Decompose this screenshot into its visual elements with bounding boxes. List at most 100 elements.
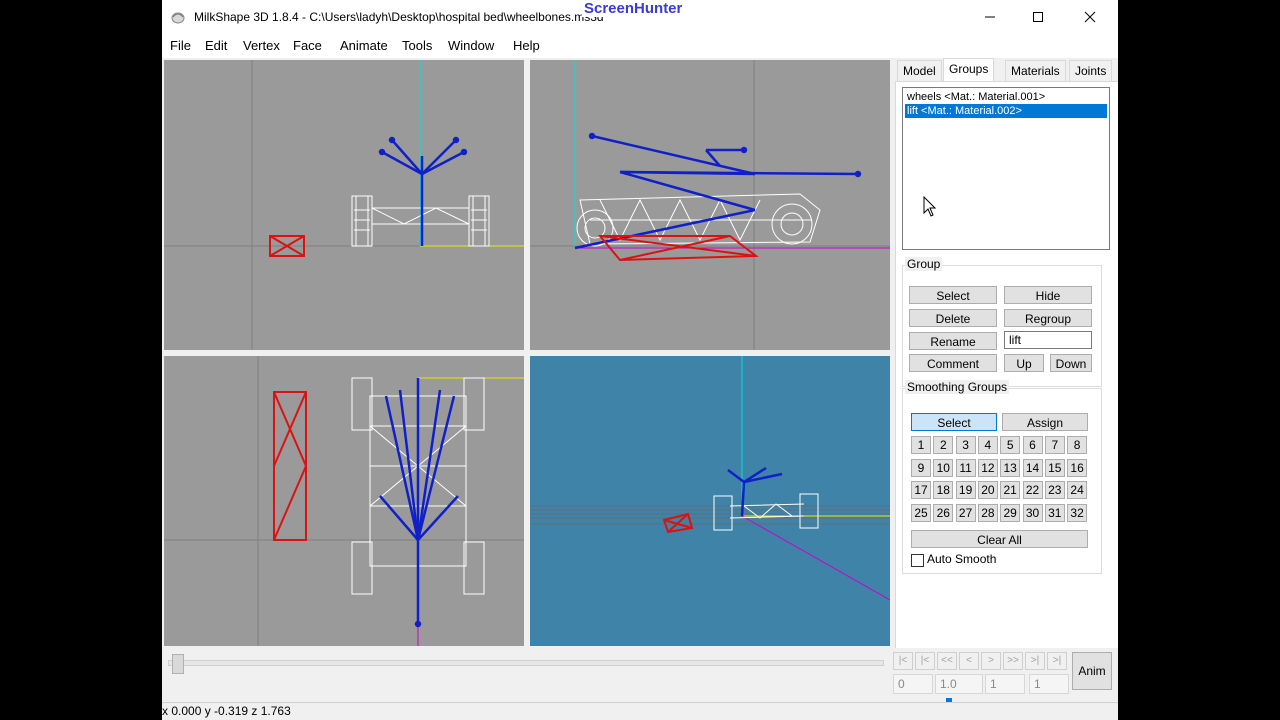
smoothing-group-11[interactable]: 11 (955, 458, 976, 477)
window-title: MilkShape 3D 1.8.4 - C:\Users\ladyh\Desk… (194, 10, 604, 24)
smoothing-group-20[interactable]: 20 (977, 481, 998, 499)
smoothing-group-9[interactable]: 9 (911, 458, 931, 477)
first-frame-button[interactable]: |< (893, 652, 913, 670)
smoothing-group-19[interactable]: 19 (955, 481, 976, 499)
prev-key-button[interactable]: |< (915, 652, 935, 670)
minimize-button[interactable] (966, 0, 1014, 34)
menu-help[interactable]: Help (513, 38, 540, 53)
smoothing-group-7[interactable]: 7 (1044, 436, 1065, 454)
smoothing-group-31[interactable]: 31 (1044, 503, 1065, 522)
3d-view-canvas[interactable] (530, 356, 890, 646)
smoothing-group-28[interactable]: 28 (977, 503, 998, 522)
tab-joints[interactable]: Joints (1069, 60, 1113, 82)
smoothing-group-14[interactable]: 14 (1022, 458, 1043, 477)
group-comment-button[interactable]: Comment (909, 354, 997, 372)
group-delete-button[interactable]: Delete (909, 309, 997, 327)
viewport-front[interactable] (164, 60, 524, 350)
last-frame-button[interactable]: >| (1047, 652, 1067, 670)
anim-button[interactable]: Anim (1072, 652, 1112, 690)
smoothing-group-6[interactable]: 6 (1022, 436, 1043, 454)
tab-model[interactable]: Model (897, 60, 942, 82)
smoothing-group-18[interactable]: 18 (933, 481, 954, 499)
auto-smooth-checkbox[interactable] (911, 554, 924, 567)
smoothing-group-2[interactable]: 2 (933, 436, 954, 454)
menu-file[interactable]: File (170, 38, 191, 53)
smoothing-group-21[interactable]: 21 (1000, 481, 1021, 499)
group-item-wheels[interactable]: wheels <Mat.: Material.001> (905, 90, 1107, 104)
prev-frame-button[interactable]: < (959, 652, 979, 670)
group-name-field[interactable]: lift (1004, 331, 1092, 349)
viewport-top[interactable] (164, 356, 524, 646)
status-bar: x 0.000 y -0.319 z 1.763 (162, 702, 1118, 720)
menu-animate[interactable]: Animate (340, 38, 388, 53)
menu-bar: File Edit Vertex Face Animate Tools Wind… (162, 34, 1118, 58)
smoothing-group-8[interactable]: 8 (1067, 436, 1088, 454)
group-hide-button[interactable]: Hide (1004, 286, 1092, 304)
tab-materials[interactable]: Materials (1005, 60, 1066, 82)
frame-speed-field[interactable]: 1.0 (935, 674, 983, 694)
frame-total-field[interactable]: 1 (1029, 674, 1069, 694)
frame-current-field[interactable]: 1 (985, 674, 1025, 694)
smoothing-select-button[interactable]: Select (911, 413, 997, 431)
selected-lift-group-3d (662, 512, 694, 534)
fast-forward-button[interactable]: >> (1003, 652, 1023, 670)
panel-tabs: Model Groups Materials Joints (895, 58, 1118, 83)
smoothing-group-16[interactable]: 16 (1067, 458, 1088, 477)
menu-tools[interactable]: Tools (402, 38, 432, 53)
next-frame-button[interactable]: > (981, 652, 1001, 670)
clear-all-button[interactable]: Clear All (911, 530, 1088, 548)
top-view-canvas[interactable] (164, 356, 524, 646)
smoothing-groups-section: Smoothing Groups Select Assign 123456789… (902, 380, 1102, 574)
groups-list[interactable]: wheels <Mat.: Material.001> lift <Mat.: … (902, 87, 1110, 250)
group-down-button[interactable]: Down (1050, 354, 1092, 372)
smoothing-group-24[interactable]: 24 (1067, 481, 1088, 499)
smoothing-group-30[interactable]: 30 (1022, 503, 1043, 522)
group-up-button[interactable]: Up (1004, 354, 1044, 372)
smoothing-group-12[interactable]: 12 (977, 458, 998, 477)
smoothing-group-26[interactable]: 26 (933, 503, 954, 522)
next-key-button[interactable]: >| (1025, 652, 1045, 670)
maximize-button[interactable] (1014, 0, 1062, 34)
smoothing-group-1[interactable]: 1 (911, 436, 931, 454)
tab-groups[interactable]: Groups (943, 58, 995, 83)
menu-edit[interactable]: Edit (205, 38, 227, 53)
model-3d-wireframe (713, 493, 819, 531)
side-view-canvas[interactable] (530, 60, 890, 350)
smoothing-group-17[interactable]: 17 (911, 481, 931, 499)
menu-face[interactable]: Face (293, 38, 322, 53)
close-button[interactable] (1066, 0, 1114, 34)
group-item-lift[interactable]: lift <Mat.: Material.002> (905, 104, 1107, 118)
group-section: Group Select Hide Delete Regroup Rename … (902, 257, 1102, 387)
smoothing-group-15[interactable]: 15 (1044, 458, 1065, 477)
group-rename-button[interactable]: Rename (909, 332, 997, 350)
bone-joints-side (574, 132, 862, 250)
viewport-3d[interactable] (530, 356, 890, 646)
smoothing-group-13[interactable]: 13 (1000, 458, 1021, 477)
front-view-canvas[interactable] (164, 60, 524, 350)
frame-slider-track[interactable] (168, 660, 884, 666)
smoothing-assign-button[interactable]: Assign (1002, 413, 1088, 431)
minimize-icon (985, 16, 995, 18)
groups-tab-body: wheels <Mat.: Material.001> lift <Mat.: … (895, 81, 1118, 649)
rewind-button[interactable]: << (937, 652, 957, 670)
smoothing-group-4[interactable]: 4 (977, 436, 998, 454)
smoothing-group-27[interactable]: 27 (955, 503, 976, 522)
smoothing-section-title: Smoothing Groups (905, 380, 1010, 394)
smoothing-group-23[interactable]: 23 (1044, 481, 1065, 499)
smoothing-group-29[interactable]: 29 (1000, 503, 1021, 522)
frame-slider-thumb[interactable] (172, 654, 184, 674)
frame-start-field[interactable]: 0 (893, 674, 933, 694)
group-regroup-button[interactable]: Regroup (1004, 309, 1092, 327)
group-select-button[interactable]: Select (909, 286, 997, 304)
smoothing-group-5[interactable]: 5 (1000, 436, 1021, 454)
smoothing-group-10[interactable]: 10 (933, 458, 954, 477)
bone-joints-top (379, 378, 459, 628)
smoothing-group-32[interactable]: 32 (1067, 503, 1088, 522)
viewport-side[interactable] (530, 60, 890, 350)
smoothing-group-22[interactable]: 22 (1022, 481, 1043, 499)
menu-window[interactable]: Window (448, 38, 494, 53)
smoothing-group-3[interactable]: 3 (955, 436, 976, 454)
auto-smooth-label: Auto Smooth (927, 552, 997, 566)
smoothing-group-25[interactable]: 25 (911, 503, 931, 522)
menu-vertex[interactable]: Vertex (243, 38, 280, 53)
